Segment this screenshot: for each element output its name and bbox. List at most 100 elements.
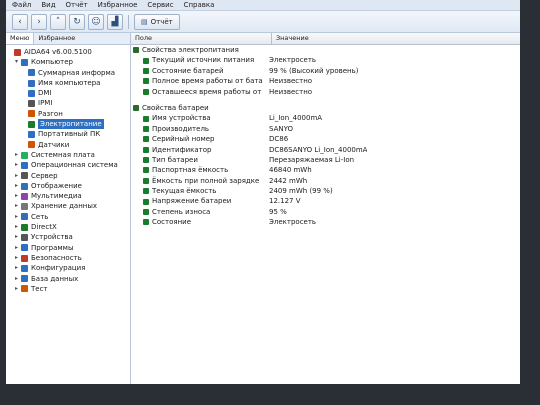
report-button[interactable]: ▤ Отчёт (134, 13, 180, 30)
field-cell: Ёмкость при полной зарядке (131, 176, 263, 186)
battery-icon (143, 188, 149, 195)
chart-icon: ▟ (111, 16, 119, 27)
tree-item[interactable]: Разгон (6, 109, 130, 119)
table-row[interactable]: Текущий источник питания Электросеть (131, 55, 520, 65)
tree-item[interactable]: ▸ Программы (6, 243, 130, 253)
tree-item[interactable]: ▸ Сервер (6, 171, 130, 181)
column-value[interactable]: Значение (272, 33, 313, 44)
menu-favorites[interactable]: Избранное (98, 1, 138, 9)
tree-item-label: База данных (31, 274, 79, 283)
tree-item[interactable]: IPMI (6, 98, 130, 108)
tree-item[interactable]: ▸ Безопасность (6, 253, 130, 263)
tree-item[interactable]: Суммарная информа (6, 68, 130, 78)
tree-item-label: Сеть (31, 212, 49, 221)
tree-item[interactable]: Электропитание (6, 119, 130, 130)
tree-item-label: IPMI (38, 99, 53, 108)
tree-item[interactable]: Имя компьютера (6, 78, 130, 88)
chart-button[interactable]: ▟ (107, 13, 123, 30)
tree-item[interactable]: DMI (6, 88, 130, 98)
field-label: Состояние батарей (152, 66, 224, 75)
battery-icon (143, 115, 149, 122)
tree-item-icon (21, 275, 28, 283)
menu-service[interactable]: Сервис (147, 1, 173, 9)
battery-icon (143, 88, 149, 95)
table-row[interactable]: Паспортная ёмкость 46840 mWh (131, 165, 520, 175)
value-cell: 95 % (269, 207, 287, 216)
menu-view[interactable]: Вид (41, 1, 55, 9)
tab-menu[interactable]: Меню (6, 33, 35, 44)
tree-item-icon (28, 120, 35, 128)
table-row[interactable]: Производитель SANYO (131, 124, 520, 134)
tree-item-icon (14, 48, 21, 56)
tree-item-icon (21, 254, 28, 262)
user-button[interactable]: ☺ (88, 13, 104, 30)
tree-item[interactable]: ▸ Сеть (6, 212, 130, 222)
table-row[interactable]: Полное время работы от бата... Неизвестно (131, 76, 520, 86)
value-cell: Неизвестно (269, 87, 313, 96)
table-row[interactable]: Текущая ёмкость 2409 mWh (99 %) (131, 186, 520, 196)
tree-item[interactable]: ▸ Операционная система (6, 160, 130, 170)
tree-item-icon (21, 58, 28, 66)
table-row[interactable]: Состояние батарей 99 % (Высокий уровень) (131, 66, 520, 76)
menu-help[interactable]: Справка (184, 1, 215, 9)
left-tabs: Меню Избранное (6, 33, 130, 45)
table-row[interactable]: Серийный номер DC86 (131, 134, 520, 144)
value-cell: 99 % (Высокий уровень) (269, 66, 359, 75)
field-cell: Тип батареи (131, 155, 263, 165)
table-row[interactable]: Тип батареи Перезаряжаемая Li-Ion (131, 155, 520, 165)
details-list: Свойства электропитания Текущий источник … (131, 45, 520, 228)
table-row[interactable]: Идентификатор DC86SANYO Li_Ion_4000mA (131, 145, 520, 155)
value-cell: Электросеть (269, 218, 317, 227)
refresh-button[interactable]: ↻ (69, 13, 85, 30)
tree-item[interactable]: ▸ База данных (6, 274, 130, 284)
table-row[interactable]: Ёмкость при полной зарядке 2442 mWh (131, 176, 520, 186)
tree-item[interactable]: ▾ Компьютер (6, 57, 130, 67)
tree-item-label: Сервер (31, 171, 58, 180)
tree-item[interactable]: ▸ Хранение данных (6, 201, 130, 211)
field-cell: Состояние (131, 217, 263, 227)
section-header[interactable]: Свойства батареи (131, 103, 520, 113)
chevron-up-icon: ˄ (55, 16, 61, 27)
table-row[interactable]: Напряжение батареи 12.127 V (131, 196, 520, 206)
battery-icon (143, 78, 149, 85)
table-row[interactable]: Имя устройства Li_Ion_4000mA (131, 113, 520, 123)
field-label: Степень износа (152, 207, 211, 216)
battery-icon (143, 167, 149, 174)
section-header-cell: Свойства электропитания (131, 45, 431, 55)
table-row[interactable]: Состояние Электросеть (131, 217, 520, 227)
tree-item[interactable]: ▸ DirectX (6, 222, 130, 232)
menu-file[interactable]: Файл (12, 1, 31, 9)
forward-button[interactable]: › (31, 13, 47, 30)
tree-item[interactable]: Портативный ПК (6, 129, 130, 139)
field-cell: Текущий источник питания (131, 55, 263, 65)
tree-item[interactable]: ▸ Конфигурация (6, 263, 130, 273)
tree-item-label: DMI (38, 89, 52, 98)
table-row[interactable]: Оставшееся время работы от ... Неизвестно (131, 87, 520, 97)
tree-item-label: Устройства (31, 233, 73, 242)
tree-item[interactable]: ▸ Устройства (6, 232, 130, 242)
report-label: Отчёт (150, 17, 173, 26)
menu-report[interactable]: Отчёт (66, 1, 88, 9)
battery-icon (143, 146, 149, 153)
refresh-icon: ↻ (73, 16, 81, 27)
tree-item[interactable]: Датчики (6, 140, 130, 150)
user-icon: ☺ (91, 16, 101, 27)
up-button[interactable]: ˄ (50, 13, 66, 30)
tree-item-icon (21, 213, 28, 221)
field-label: Текущий источник питания (152, 56, 255, 65)
battery-icon (143, 67, 149, 74)
tab-favorites[interactable]: Избранное (34, 33, 79, 44)
tree-item[interactable]: ▸ Отображение (6, 181, 130, 191)
table-row[interactable]: Степень износа 95 % (131, 207, 520, 217)
column-field[interactable]: Поле (131, 33, 272, 44)
tree-item[interactable]: ▸ Тест (6, 284, 130, 294)
tree-item[interactable]: AIDA64 v6.00.5100 (6, 47, 130, 57)
back-button[interactable]: ‹ (12, 13, 28, 30)
tree-item[interactable]: ▸ Мультимедиа (6, 191, 130, 201)
tree-item-label: AIDA64 v6.00.5100 (24, 48, 92, 56)
tree-item[interactable]: ▸ Системная плата (6, 150, 130, 160)
tree-item-icon (21, 203, 28, 211)
report-icon: ▤ (141, 17, 148, 26)
toolbar-separator (128, 14, 129, 29)
section-header[interactable]: Свойства электропитания (131, 45, 520, 55)
